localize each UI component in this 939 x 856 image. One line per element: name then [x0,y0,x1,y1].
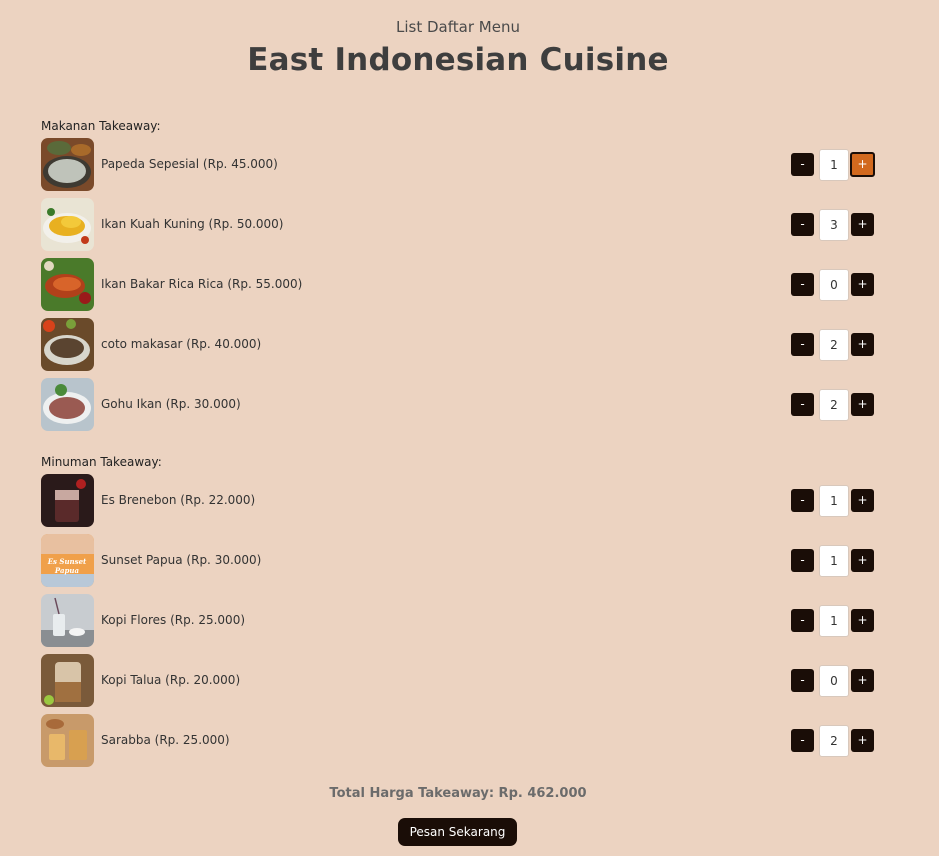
decrease-button[interactable]: - [791,489,814,512]
increase-button[interactable]: + [851,273,874,296]
menu-item-kopi-flores: Kopi Flores (Rp. 25.000) - 1 + [41,594,876,648]
menu-item-gohu-ikan: Gohu Ikan (Rp. 30.000) - 2 + [41,378,876,432]
decrease-button[interactable]: - [791,333,814,356]
menu-item-name: Kopi Talua (Rp. 20.000) [101,673,241,687]
decrease-button[interactable]: - [791,153,814,176]
menu-item-name: Gohu Ikan (Rp. 30.000) [101,397,241,411]
quantity-stepper: - 1 + [791,605,876,637]
quantity-stepper: - 1 + [791,545,876,577]
quantity-input[interactable]: 1 [819,545,849,577]
increase-button[interactable]: + [851,213,874,236]
menu-item-name: Ikan Bakar Rica Rica (Rp. 55.000) [101,277,303,291]
papeda-image [41,138,94,191]
increase-button[interactable]: + [851,609,874,632]
menu-item-name: Sarabba (Rp. 25.000) [101,733,230,747]
page-title: East Indonesian Cuisine [247,42,669,78]
increase-button[interactable]: + [851,489,874,512]
drinks-section-label: Minuman Takeaway: [41,455,162,469]
ikan-bakar-image [41,258,94,311]
menu-item-sunset-papua: Es Sunset Papua Sunset Papua (Rp. 30.000… [41,534,876,588]
increase-button[interactable]: + [851,393,874,416]
sunset-papua-logo-text-1: Es Sunset [47,557,87,566]
sunset-papua-logo-text-2: Papua [54,566,80,575]
menu-item-ikan-bakar: Ikan Bakar Rica Rica (Rp. 55.000) - 0 + [41,258,876,312]
menu-item-name: coto makasar (Rp. 40.000) [101,337,262,351]
quantity-stepper: - 2 + [791,389,876,421]
sunset-papua-image: Es Sunset Papua [41,534,94,587]
menu-item-name: Sunset Papua (Rp. 30.000) [101,553,262,567]
quantity-stepper: - 2 + [791,329,876,361]
order-now-button[interactable]: Pesan Sekarang [398,818,517,846]
quantity-stepper: - 2 + [791,725,876,757]
quantity-input[interactable]: 1 [819,485,849,517]
increase-button[interactable]: + [851,669,874,692]
page-subtitle: List Daftar Menu [396,18,520,36]
menu-item-es-brenebon: Es Brenebon (Rp. 22.000) - 1 + [41,474,876,528]
quantity-stepper: - 0 + [791,665,876,697]
increase-button[interactable]: + [851,729,874,752]
quantity-stepper: - 1 + [791,485,876,517]
menu-item-kopi-talua: Kopi Talua (Rp. 20.000) - 0 + [41,654,876,708]
decrease-button[interactable]: - [791,213,814,236]
decrease-button[interactable]: - [791,273,814,296]
menu-item-sarabba: Sarabba (Rp. 25.000) - 2 + [41,714,876,768]
quantity-stepper: - 3 + [791,209,876,241]
total-price: Total Harga Takeaway: Rp. 462.000 [329,786,587,801]
decrease-button[interactable]: - [791,609,814,632]
decrease-button[interactable]: - [791,729,814,752]
increase-button[interactable]: + [851,549,874,572]
quantity-input[interactable]: 0 [819,269,849,301]
quantity-input[interactable]: 2 [819,725,849,757]
kopi-flores-image [41,594,94,647]
es-brenebon-image [41,474,94,527]
menu-item-name: Kopi Flores (Rp. 25.000) [101,613,246,627]
quantity-input[interactable]: 0 [819,665,849,697]
menu-item-name: Ikan Kuah Kuning (Rp. 50.000) [101,217,284,231]
menu-item-ikan-kuah-kuning: Ikan Kuah Kuning (Rp. 50.000) - 3 + [41,198,876,252]
food-section-label: Makanan Takeaway: [41,119,161,133]
decrease-button[interactable]: - [791,549,814,572]
increase-button[interactable]: + [850,152,875,177]
kopi-talua-image [41,654,94,707]
quantity-input[interactable]: 2 [819,329,849,361]
increase-button[interactable]: + [851,333,874,356]
quantity-stepper: - 1 + [791,149,876,181]
menu-item-papeda: Papeda Sepesial (Rp. 45.000) - 1 + [41,138,876,192]
quantity-input[interactable]: 3 [819,209,849,241]
quantity-input[interactable]: 2 [819,389,849,421]
quantity-stepper: - 0 + [791,269,876,301]
coto-makasar-image [41,318,94,371]
ikan-kuah-kuning-image [41,198,94,251]
quantity-input[interactable]: 1 [819,605,849,637]
quantity-input[interactable]: 1 [819,149,849,181]
decrease-button[interactable]: - [791,393,814,416]
menu-item-name: Es Brenebon (Rp. 22.000) [101,493,256,507]
gohu-ikan-image [41,378,94,431]
menu-item-coto-makasar: coto makasar (Rp. 40.000) - 2 + [41,318,876,372]
sarabba-image [41,714,94,767]
menu-item-name: Papeda Sepesial (Rp. 45.000) [101,157,278,171]
decrease-button[interactable]: - [791,669,814,692]
